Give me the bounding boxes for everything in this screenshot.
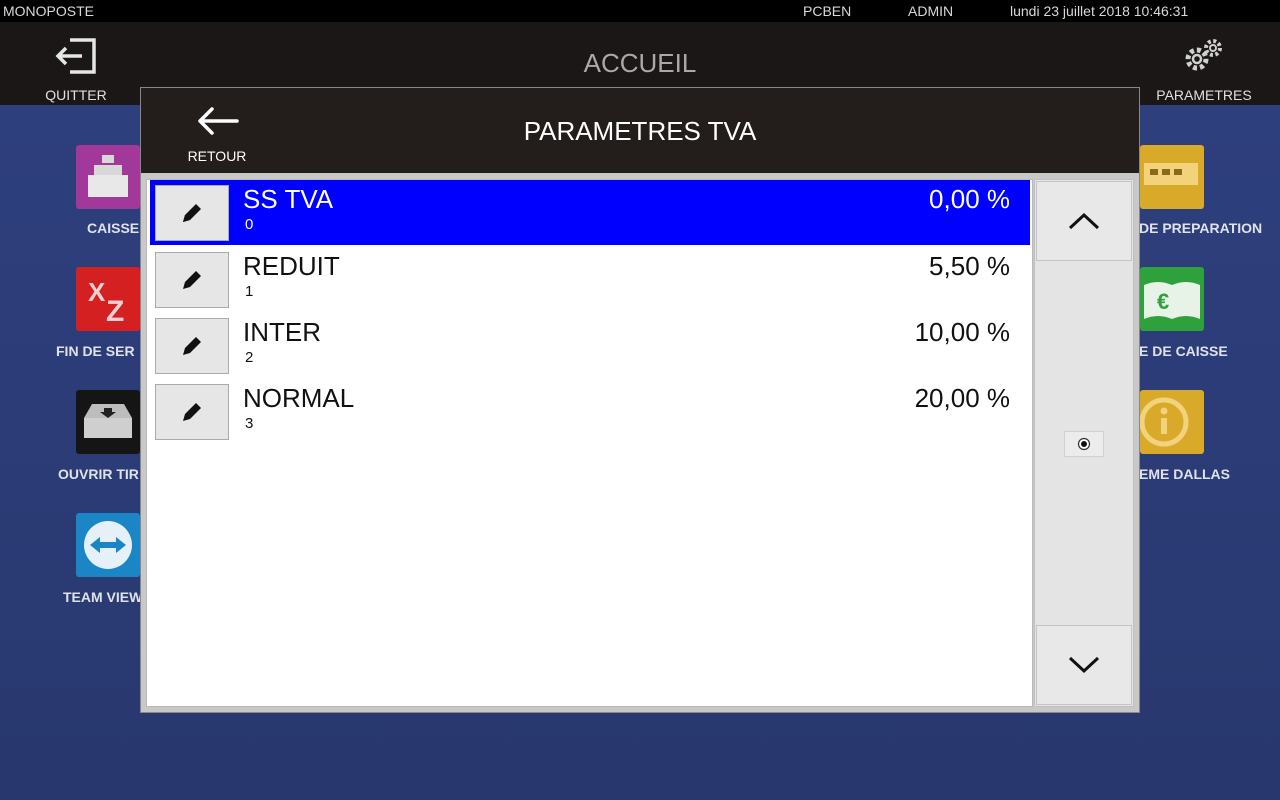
teamviewer-icon [84,521,132,569]
mode-label: MONOPOSTE [3,3,95,19]
scroll-down-button[interactable] [1036,625,1132,705]
tva-row[interactable]: NORMAL 3 20,00 % [150,379,1030,444]
back-label: RETOUR [187,148,247,164]
caisse-label: CAISSE [87,220,140,236]
radio-dot-icon [1077,437,1091,451]
tva-rate: 10,00 % [914,317,1010,347]
host-label: PCBEN [803,3,852,19]
ouvrir-tiroir-tile[interactable] [76,390,140,454]
quit-label: QUITTER [45,87,107,103]
gears-icon [1185,39,1222,71]
edit-button[interactable] [155,318,229,374]
datetime-label: lundi 23 juillet 2018 10:46:31 [1010,3,1189,19]
fin-de-service-tile[interactable]: X Z [76,267,140,331]
teamviewer-label: TEAM VIEW [63,589,143,605]
preparation-tile[interactable] [1140,145,1204,209]
printer-icon [1144,163,1198,185]
tva-list: SS TVA 0 0,00 % REDUIT 1 5,50 % INTER 2 … [146,179,1033,707]
caisse-book-tile[interactable]: € [1140,267,1204,331]
parameters-label: PARAMETRES [1156,87,1252,103]
tva-name: NORMAL [243,383,355,413]
tva-row[interactable]: SS TVA 0 0,00 % [150,180,1030,245]
dallas-label: EME DALLAS [1139,466,1230,482]
ouvrir-tiroir-label: OUVRIR TIR [58,466,139,482]
tva-rate: 0,00 % [929,184,1010,214]
euro-book-icon: € [1144,282,1200,319]
tva-row[interactable]: INTER 2 10,00 % [150,313,1030,378]
pencil-icon [183,204,201,222]
edit-button[interactable] [155,185,229,241]
drawer-icon [84,404,132,438]
svg-text:€: € [1157,289,1169,314]
tva-code: 2 [245,349,254,366]
edit-button[interactable] [155,384,229,440]
parameters-button[interactable]: PARAMETRES [1148,22,1260,105]
tva-dialog: RETOUR PARAMETRES TVA SS TVA 0 0,00 % RE… [140,87,1140,713]
svg-text:Z: Z [106,295,124,328]
page-title: ACCUEIL [583,48,697,78]
edit-button[interactable] [155,252,229,308]
cash-register-icon [88,155,128,197]
teamviewer-tile[interactable] [76,513,140,577]
scroll-up-button[interactable] [1036,181,1132,261]
preparation-label: DE PREPARATION [1139,220,1263,236]
tva-code: 0 [245,216,254,233]
svg-text:X: X [88,277,106,307]
caisse-tile[interactable] [76,145,140,209]
tva-name: SS TVA [243,184,334,214]
tva-name: REDUIT [243,251,340,281]
tva-code: 1 [245,283,254,300]
scroll-position-indicator[interactable] [1064,431,1104,457]
scroll-column [1034,179,1134,707]
info-icon [1139,397,1189,447]
tva-row[interactable]: REDUIT 1 5,50 % [150,247,1030,312]
pencil-icon [183,271,201,289]
status-bar: MONOPOSTE PCBEN ADMIN lundi 23 juillet 2… [0,0,1280,22]
user-label: ADMIN [908,3,954,19]
chevron-down-icon [1068,656,1100,674]
dialog-header: RETOUR PARAMETRES TVA [141,88,1139,173]
pencil-icon [183,337,201,355]
tva-name: INTER [243,317,321,347]
caisse-book-label: E DE CAISSE [1139,343,1228,359]
dallas-tile[interactable] [1139,390,1204,454]
fin-de-service-label: FIN DE SER [56,343,135,359]
tva-rate: 5,50 % [929,251,1010,281]
xz-icon: X Z [88,277,124,328]
chevron-up-icon [1068,212,1100,230]
pencil-icon [183,403,201,421]
tva-code: 3 [245,415,254,432]
dialog-title: PARAMETRES TVA [523,116,757,146]
tva-rate: 20,00 % [914,383,1010,413]
